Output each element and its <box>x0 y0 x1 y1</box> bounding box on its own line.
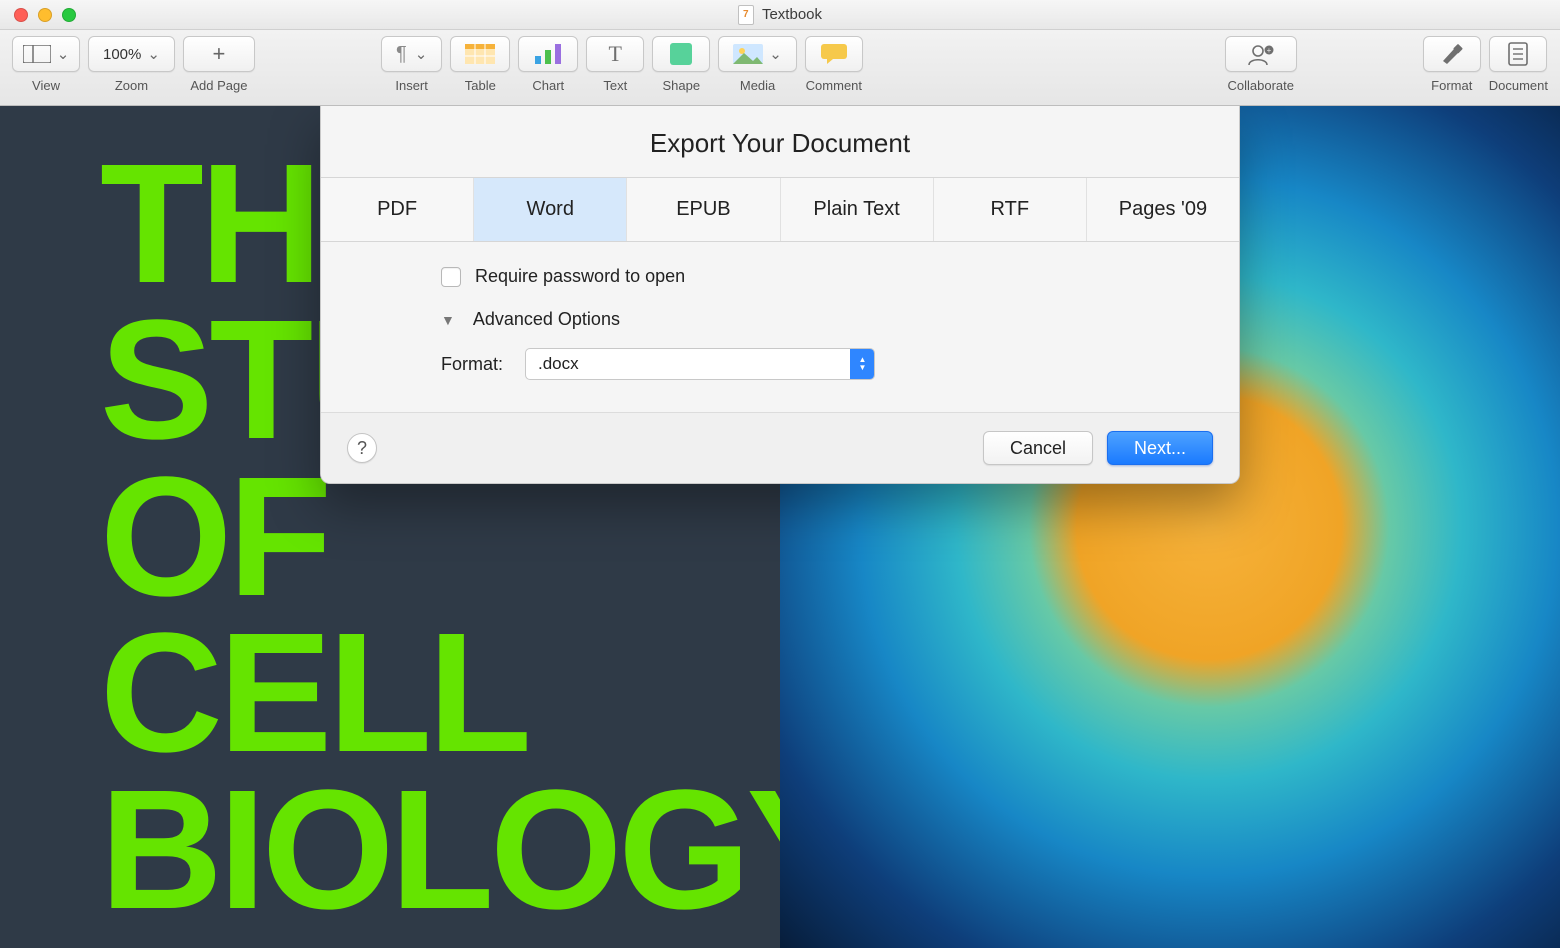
titlebar: Textbook <box>0 0 1560 30</box>
media-icon <box>733 44 763 64</box>
table-icon <box>465 44 495 64</box>
insert-group: ¶ ⌄ Insert <box>381 36 442 93</box>
help-icon: ? <box>357 438 367 459</box>
pilcrow-icon: ¶ <box>396 43 407 66</box>
document-label: Document <box>1489 78 1548 93</box>
export-sheet: Export Your Document PDF Word EPUB Plain… <box>320 106 1240 484</box>
text-button[interactable]: T <box>586 36 644 72</box>
comment-button[interactable] <box>805 36 863 72</box>
tab-rtf[interactable]: RTF <box>934 178 1087 241</box>
chevron-down-icon: ⌄ <box>415 45 428 63</box>
chevron-down-icon: ⌄ <box>147 45 160 63</box>
collaborate-icon: + <box>1247 43 1275 65</box>
tab-plain-text[interactable]: Plain Text <box>781 178 934 241</box>
cancel-button[interactable]: Cancel <box>983 431 1093 465</box>
table-button[interactable] <box>450 36 510 72</box>
collaborate-button[interactable]: + <box>1225 36 1297 72</box>
table-group: Table <box>450 36 510 93</box>
export-sheet-title: Export Your Document <box>321 106 1239 177</box>
sidebar-icon <box>23 45 51 63</box>
chevron-down-icon: ⌄ <box>769 45 782 63</box>
export-format-tabs: PDF Word EPUB Plain Text RTF Pages '09 <box>321 177 1239 242</box>
chart-button[interactable] <box>518 36 578 72</box>
format-row: Format: .docx ▲▼ <box>441 348 1199 380</box>
chart-group: Chart <box>518 36 578 93</box>
shape-button[interactable] <box>652 36 710 72</box>
add-page-button[interactable]: + <box>183 36 255 72</box>
media-button[interactable]: ⌄ <box>718 36 797 72</box>
comment-group: Comment <box>805 36 863 93</box>
add-page-group: + Add Page <box>183 36 255 93</box>
tab-epub[interactable]: EPUB <box>627 178 780 241</box>
add-page-label: Add Page <box>190 78 247 93</box>
toolbar: ⌄ View 100% ⌄ Zoom + Add Page ¶ ⌄ Insert… <box>0 30 1560 106</box>
advanced-options-row[interactable]: ▼ Advanced Options <box>441 309 1199 330</box>
media-group: ⌄ Media <box>718 36 797 93</box>
window-title: Textbook <box>0 5 1560 25</box>
zoom-value: 100% <box>103 46 141 63</box>
format-button[interactable] <box>1423 36 1481 72</box>
chart-label: Chart <box>532 78 564 93</box>
text-icon: T <box>609 41 622 67</box>
document-icon <box>1508 42 1528 66</box>
view-group: ⌄ View <box>12 36 80 93</box>
text-group: T Text <box>586 36 644 93</box>
shape-group: Shape <box>652 36 710 93</box>
collaborate-group: + Collaborate <box>1225 36 1297 93</box>
title-line-4: BIOLOGY <box>100 772 720 928</box>
insert-button[interactable]: ¶ ⌄ <box>381 36 442 72</box>
help-button[interactable]: ? <box>347 433 377 463</box>
require-password-row: Require password to open <box>441 266 1199 287</box>
format-select[interactable]: .docx ▲▼ <box>525 348 875 380</box>
brush-icon <box>1440 43 1464 65</box>
tab-pdf[interactable]: PDF <box>321 178 474 241</box>
chevron-down-icon: ⌄ <box>57 45 70 63</box>
table-label: Table <box>465 78 496 93</box>
collaborate-label: Collaborate <box>1228 78 1295 93</box>
format-label: Format: <box>441 354 511 375</box>
text-label: Text <box>603 78 627 93</box>
zoom-button[interactable]: 100% ⌄ <box>88 36 175 72</box>
format-group: Format <box>1423 36 1481 93</box>
view-label: View <box>32 78 60 93</box>
media-label: Media <box>740 78 775 93</box>
comment-icon <box>821 44 847 64</box>
export-sheet-body: Require password to open ▼ Advanced Opti… <box>321 242 1239 412</box>
document-group: Document <box>1489 36 1548 93</box>
tab-pages09[interactable]: Pages '09 <box>1087 178 1239 241</box>
disclosure-triangle-icon: ▼ <box>441 312 455 328</box>
insert-label: Insert <box>395 78 428 93</box>
document-canvas: THE STUDY OF CELL BIOLOGY Introduction t… <box>0 106 1560 948</box>
require-password-label: Require password to open <box>475 266 685 287</box>
zoom-label: Zoom <box>115 78 148 93</box>
chart-icon <box>533 44 563 64</box>
tab-word[interactable]: Word <box>474 178 627 241</box>
select-stepper-icon: ▲▼ <box>850 349 874 379</box>
window-title-text: Textbook <box>762 6 822 23</box>
advanced-options-label: Advanced Options <box>473 309 620 330</box>
svg-text:+: + <box>1266 46 1271 55</box>
zoom-group: 100% ⌄ Zoom <box>88 36 175 93</box>
comment-label: Comment <box>806 78 862 93</box>
next-button[interactable]: Next... <box>1107 431 1213 465</box>
require-password-checkbox[interactable] <box>441 267 461 287</box>
export-sheet-footer: ? Cancel Next... <box>321 412 1239 483</box>
format-label: Format <box>1431 78 1472 93</box>
shape-label: Shape <box>662 78 700 93</box>
plus-icon: + <box>213 41 226 67</box>
document-icon <box>738 5 754 25</box>
shape-icon <box>670 43 692 65</box>
title-line-3: OF CELL <box>100 459 720 772</box>
document-button[interactable] <box>1489 36 1547 72</box>
format-select-value: .docx <box>538 354 579 374</box>
view-button[interactable]: ⌄ <box>12 36 80 72</box>
